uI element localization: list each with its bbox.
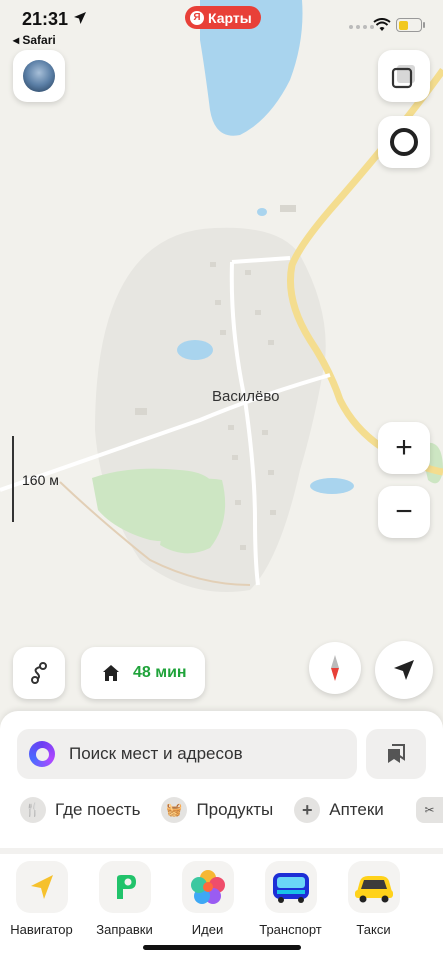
plus-icon: + (395, 431, 413, 464)
scale-bar (12, 436, 14, 522)
battery-icon (396, 18, 422, 32)
category-label: Где поесть (55, 800, 141, 819)
app-taxi[interactable]: Такси (332, 861, 415, 937)
yandex-logo-icon: Я (190, 10, 204, 25)
app-navigator[interactable]: Навигатор (0, 861, 83, 937)
bookmarks-icon (388, 744, 405, 763)
clock: 21:31 (22, 9, 69, 29)
search-input[interactable]: Поиск мест и адресов (17, 729, 357, 779)
profile-avatar[interactable] (13, 50, 65, 102)
back-to-safari[interactable]: ◂ Safari (13, 33, 56, 47)
app-label: Заправки (96, 922, 153, 937)
category-groceries[interactable]: 🧺 Продукты (161, 797, 273, 823)
compass-button[interactable] (309, 642, 361, 694)
scissors-icon: ✂ (424, 803, 435, 817)
commute-home-button[interactable]: 48 мин (81, 647, 205, 699)
commute-time: 48 мин (133, 664, 187, 681)
app-transport[interactable]: Транспорт (249, 861, 332, 937)
home-indicator (143, 945, 301, 950)
map-canvas[interactable] (0, 0, 443, 760)
bus-icon (264, 861, 317, 913)
route-icon (31, 662, 47, 684)
locate-me-button[interactable] (375, 641, 433, 699)
bottom-panel: Поиск мест и адресов 🍴 Где поесть 🧺 Прод… (0, 711, 443, 960)
app-label: Навигатор (10, 922, 73, 937)
fuel-icon (98, 861, 151, 913)
alice-icon[interactable] (29, 741, 55, 767)
app-ideas[interactable]: Идеи (166, 861, 249, 937)
brand-title: Карты (208, 9, 252, 26)
route-button[interactable] (13, 647, 65, 699)
cellular-signal-icon (349, 25, 374, 29)
pond (310, 478, 354, 494)
compass-icon (331, 655, 339, 681)
navigator-icon (15, 861, 68, 913)
navigation-arrow-icon (394, 660, 414, 680)
yandex-maps-badge: Я Карты (185, 6, 261, 29)
category-food[interactable]: 🍴 Где поесть (20, 797, 140, 823)
zoom-in-button[interactable]: + (378, 422, 430, 474)
category-chips: 🍴 Где поесть 🧺 Продукты + Аптеки (20, 797, 384, 823)
taxi-icon (347, 861, 400, 913)
avatar-image (23, 60, 55, 92)
home-icon (103, 665, 119, 681)
pond (177, 340, 213, 360)
category-more[interactable]: ✂ (416, 797, 443, 823)
app-label: Транспорт (259, 922, 322, 937)
category-label: Продукты (196, 800, 274, 819)
plus-icon: + (294, 797, 321, 823)
app-fuel[interactable]: Заправки (83, 861, 166, 937)
services-row: Навигатор Заправки Идеи Транспорт Такси (0, 861, 443, 937)
location-arrow-icon (74, 12, 86, 24)
fork-knife-icon: 🍴 (20, 797, 46, 823)
scale-label: 160 м (22, 472, 59, 488)
pond (257, 208, 267, 216)
app-label: Идеи (191, 922, 224, 937)
layers-icon (391, 65, 415, 89)
divider (0, 848, 443, 854)
bookmarks-button[interactable] (366, 729, 426, 779)
alice-ring-icon (390, 128, 418, 156)
ideas-icon (181, 861, 234, 913)
status-bar: 21:31 ◂ Safari Я Карты (0, 0, 443, 50)
minus-icon: − (395, 495, 413, 528)
alice-button[interactable] (378, 116, 430, 168)
place-label[interactable]: Василёво (212, 388, 279, 405)
layers-button[interactable] (378, 50, 430, 102)
category-pharmacies[interactable]: + Аптеки (294, 797, 384, 823)
basket-icon: 🧺 (161, 797, 188, 823)
zoom-out-button[interactable]: − (378, 486, 430, 538)
search-placeholder: Поиск мест и адресов (69, 744, 243, 763)
category-label: Аптеки (329, 800, 384, 819)
app-label: Такси (356, 922, 391, 937)
wifi-icon (373, 18, 391, 31)
